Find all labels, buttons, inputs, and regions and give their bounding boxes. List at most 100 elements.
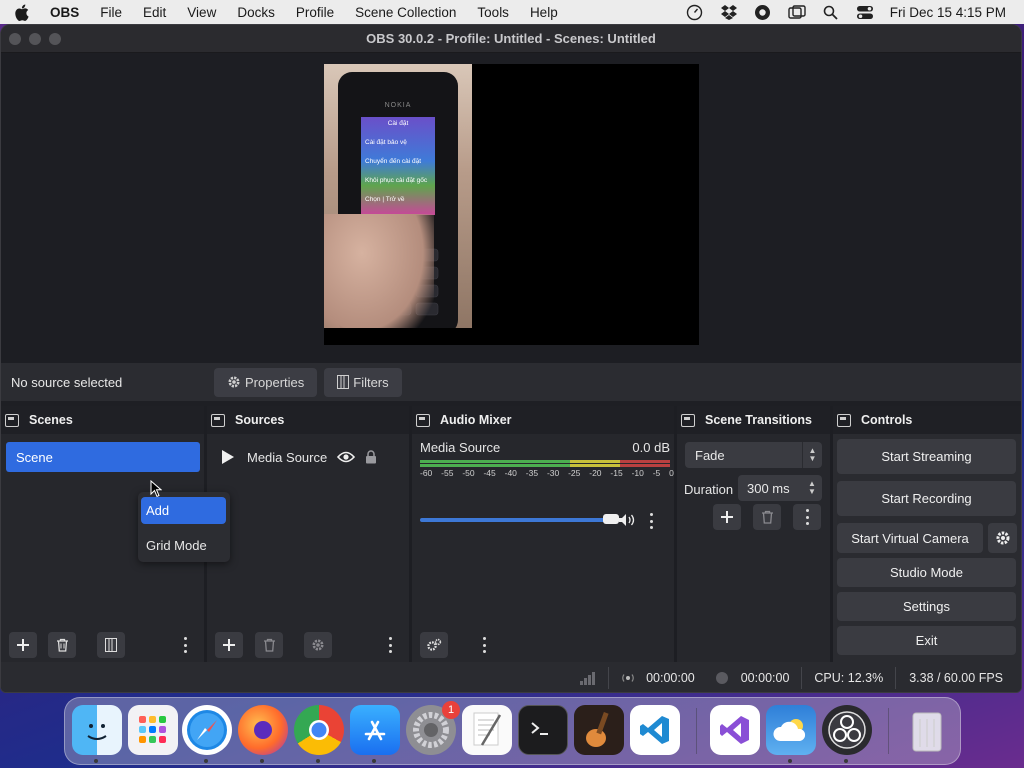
source-list-item[interactable]: Media Source bbox=[221, 442, 377, 472]
menu-profile[interactable]: Profile bbox=[296, 5, 334, 20]
dock-icon[interactable] bbox=[416, 413, 430, 427]
transition-more-button[interactable] bbox=[793, 504, 821, 530]
menu-help[interactable]: Help bbox=[530, 5, 558, 20]
studio-mode-button[interactable]: Studio Mode bbox=[837, 558, 1016, 587]
spotlight-search-icon[interactable] bbox=[822, 3, 840, 21]
visual-studio-icon[interactable] bbox=[710, 705, 760, 755]
properties-button[interactable]: Properties bbox=[214, 367, 318, 397]
dropbox-icon[interactable] bbox=[720, 3, 738, 21]
menu-clock[interactable]: Fri Dec 15 4:15 PM bbox=[890, 5, 1006, 20]
scenes-title: Scenes bbox=[29, 413, 73, 427]
meter-tick: 0 bbox=[669, 468, 674, 478]
sources-more-icon[interactable] bbox=[385, 635, 395, 655]
status-bar: 00:00:00 00:00:00 CPU: 12.3% 3.38 / 60.0… bbox=[1, 662, 1021, 692]
menu-obs[interactable]: OBS bbox=[50, 5, 79, 20]
dock-icon[interactable] bbox=[837, 413, 851, 427]
scene-name: Scene bbox=[16, 449, 53, 465]
source-properties-button[interactable] bbox=[304, 632, 332, 658]
mixer-more-icon[interactable] bbox=[479, 635, 489, 655]
exit-button[interactable]: Exit bbox=[837, 626, 1016, 655]
controls-dock: Controls Start Streaming Start Recording… bbox=[833, 406, 1021, 662]
dock-icon[interactable] bbox=[681, 413, 695, 427]
transition-more-icon bbox=[802, 507, 812, 527]
phone-screen-line: Chọn | Trở về bbox=[365, 196, 405, 203]
filter-icon bbox=[337, 375, 350, 389]
app-store-icon[interactable] bbox=[350, 705, 400, 763]
screen-mirroring-icon[interactable] bbox=[788, 3, 806, 21]
media-source-video[interactable]: NOKIA Cài đặt Cài đặt bảo vệ Chuyển đến … bbox=[324, 64, 472, 328]
scene-list-item[interactable]: Scene bbox=[6, 442, 200, 472]
mouse-cursor-icon bbox=[150, 480, 162, 498]
speaker-icon[interactable] bbox=[618, 513, 636, 527]
mixer-channel-name: Media Source bbox=[420, 440, 501, 455]
stream-time: 00:00:00 bbox=[646, 671, 695, 685]
menu-tools[interactable]: Tools bbox=[477, 5, 509, 20]
obs-icon[interactable] bbox=[822, 705, 872, 763]
chrome-icon[interactable] bbox=[294, 705, 344, 763]
remove-transition-button[interactable] bbox=[753, 504, 781, 530]
filters-button[interactable]: Filters bbox=[324, 367, 402, 397]
mixer-channel-more-icon[interactable] bbox=[646, 511, 656, 531]
transition-select[interactable]: Fade ▲ ▼ bbox=[685, 442, 822, 468]
source-name: Media Source bbox=[247, 449, 328, 465]
menu-edit[interactable]: Edit bbox=[143, 5, 166, 20]
meter-tick: -20 bbox=[589, 468, 602, 478]
trash-icon[interactable] bbox=[902, 705, 952, 755]
duration-spinbox[interactable]: 300 ms ▲ ▼ bbox=[738, 475, 822, 501]
finder-icon[interactable] bbox=[72, 705, 122, 763]
firefox-icon[interactable] bbox=[238, 705, 288, 763]
vscode-icon[interactable] bbox=[630, 705, 680, 755]
textedit-icon[interactable] bbox=[462, 705, 512, 755]
dock-icon[interactable] bbox=[211, 413, 225, 427]
terminal-icon[interactable] bbox=[518, 705, 568, 755]
add-scene-button[interactable] bbox=[9, 632, 37, 658]
context-menu-grid-mode[interactable]: Grid Mode bbox=[141, 532, 226, 559]
macos-menu-bar: OBS File Edit View Docks Profile Scene C… bbox=[0, 0, 1024, 24]
notification-badge: 1 bbox=[442, 701, 460, 719]
control-center-icon[interactable] bbox=[856, 3, 874, 21]
apple-icon[interactable] bbox=[14, 4, 30, 21]
menu-view[interactable]: View bbox=[187, 5, 216, 20]
preview-area[interactable]: NOKIA Cài đặt Cài đặt bảo vệ Chuyển đến … bbox=[1, 53, 1021, 363]
lock-icon[interactable] bbox=[365, 450, 377, 464]
duration-value: 300 ms bbox=[747, 480, 790, 496]
mixer-level-value: 0.0 dB bbox=[632, 440, 670, 455]
virtual-camera-settings-button[interactable] bbox=[988, 523, 1017, 553]
scenes-more-icon[interactable] bbox=[180, 635, 190, 655]
record-status-icon bbox=[715, 672, 728, 684]
remove-source-button[interactable] bbox=[255, 632, 283, 658]
start-streaming-button[interactable]: Start Streaming bbox=[837, 439, 1016, 474]
start-recording-button[interactable]: Start Recording bbox=[837, 481, 1016, 516]
garageband-icon[interactable] bbox=[574, 705, 624, 755]
scene-transitions-dock: Scene Transitions Fade ▲ ▼ Duration 300 m… bbox=[677, 406, 830, 662]
context-menu-add[interactable]: Add bbox=[141, 497, 226, 524]
audio-settings-button[interactable] bbox=[420, 632, 448, 658]
remove-scene-button[interactable] bbox=[48, 632, 76, 658]
dock-icon[interactable] bbox=[5, 413, 19, 427]
scene-filters-button[interactable] bbox=[97, 632, 125, 658]
start-virtual-camera-button[interactable]: Start Virtual Camera bbox=[837, 523, 983, 553]
preview-canvas[interactable]: NOKIA Cài đặt Cài đặt bảo vệ Chuyển đến … bbox=[324, 64, 699, 345]
volume-slider[interactable] bbox=[420, 514, 619, 524]
plus-icon bbox=[223, 639, 235, 651]
system-settings-icon[interactable]: 1 bbox=[406, 701, 460, 755]
safari-icon[interactable] bbox=[182, 705, 232, 763]
add-transition-button[interactable] bbox=[713, 504, 741, 530]
speedometer-icon[interactable] bbox=[686, 3, 704, 21]
weather-icon[interactable] bbox=[766, 705, 816, 763]
obs-window: OBS 30.0.2 - Profile: Untitled - Scenes:… bbox=[0, 24, 1022, 693]
eye-icon[interactable] bbox=[337, 451, 355, 463]
settings-button[interactable]: Settings bbox=[837, 592, 1016, 621]
volume-slider-handle[interactable] bbox=[603, 514, 619, 524]
cpu-usage: CPU: 12.3% bbox=[814, 671, 884, 685]
add-source-button[interactable] bbox=[215, 632, 243, 658]
phone-screen-line: Chuyển đến cài đặt bbox=[365, 158, 422, 165]
properties-label: Properties bbox=[245, 374, 305, 390]
launchpad-icon[interactable] bbox=[128, 705, 178, 755]
menu-file[interactable]: File bbox=[100, 5, 122, 20]
record-status-icon[interactable] bbox=[754, 3, 772, 21]
menu-scene-collection[interactable]: Scene Collection bbox=[355, 5, 456, 20]
sources-dock: Sources Media Source bbox=[207, 406, 409, 662]
meter-tick: -25 bbox=[568, 468, 581, 478]
menu-docks[interactable]: Docks bbox=[237, 5, 275, 20]
